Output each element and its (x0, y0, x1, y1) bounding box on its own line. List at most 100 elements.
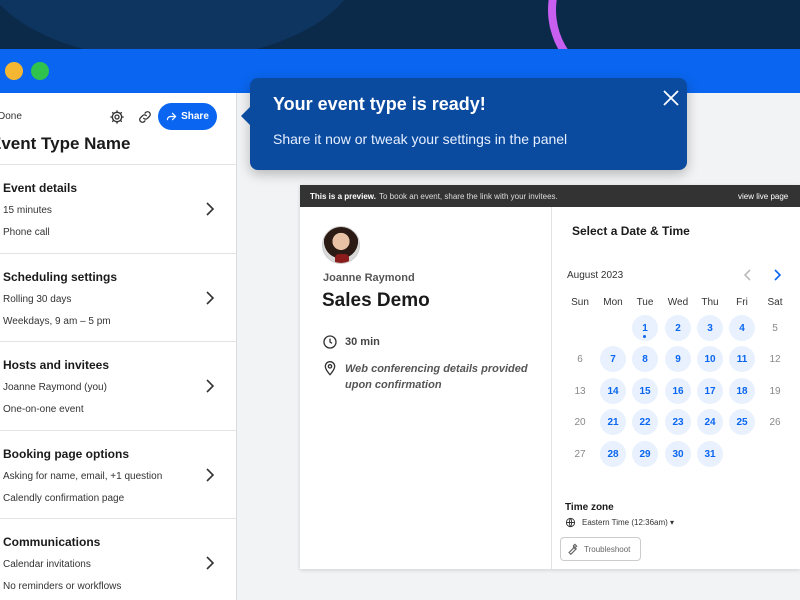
section-scheduling-settings[interactable]: Scheduling settings Rolling 30 days Week… (0, 254, 236, 342)
calendar-day-available[interactable]: 10 (697, 346, 723, 372)
troubleshoot-button[interactable]: Troubleshoot (560, 537, 641, 561)
section-detail: Rolling 30 days (3, 293, 72, 305)
section-booking-page-options[interactable]: Booking page options Asking for name, em… (0, 431, 236, 519)
share-button-label: Share (181, 111, 209, 122)
notification-title: Your event type is ready! (273, 94, 486, 114)
day-number: 4 (739, 322, 745, 334)
section-detail: Phone call (3, 227, 50, 238)
weekday-label: Wed (667, 297, 689, 308)
calendar-day-available[interactable]: 24 (697, 409, 723, 435)
calendar-day-available[interactable]: 28 (600, 441, 626, 467)
calendar-day-available[interactable]: 25 (729, 409, 755, 435)
day-number: 14 (607, 385, 619, 397)
calendar-day-available[interactable]: 14 (600, 378, 626, 404)
host-avatar (322, 226, 360, 264)
panel-header: Done Share Event Type Name (0, 93, 236, 165)
clock-icon (323, 335, 337, 349)
section-title: Hosts and invitees (3, 358, 110, 372)
maximize-button[interactable] (31, 62, 49, 80)
chevron-right-icon[interactable] (770, 268, 784, 282)
calendar-day-available[interactable]: 29 (632, 441, 658, 467)
calendar-month: August 2023 (567, 270, 624, 281)
section-detail: 15 minutes (3, 205, 52, 216)
day-number: 27 (574, 448, 586, 460)
calendar-day-available[interactable]: 9 (665, 346, 691, 372)
section-title: Scheduling settings (3, 269, 118, 284)
calendar-day-available[interactable]: 3 (697, 315, 723, 341)
calendar-day-available[interactable]: 4 (729, 315, 755, 341)
troubleshoot-label: Troubleshoot (584, 544, 631, 554)
calendar-day-available[interactable]: 30 (665, 441, 691, 467)
event-name: Sales Demo (322, 290, 430, 311)
calendar-day-available[interactable]: 23 (665, 409, 691, 435)
day-number: 6 (577, 353, 583, 365)
day-number: 22 (639, 416, 651, 428)
day-number: 13 (574, 385, 586, 397)
day-number: 7 (610, 353, 616, 365)
view-live-page-link[interactable]: view live page (738, 192, 788, 201)
calendar-day-available[interactable]: 31 (697, 441, 723, 467)
section-detail: One-on-one event (3, 404, 84, 415)
close-notification-button[interactable] (662, 89, 680, 107)
calendar-day-available[interactable]: 8 (632, 346, 658, 372)
section-event-details[interactable]: Event details 15 minutes Phone call (0, 165, 236, 254)
day-number: 11 (736, 353, 748, 365)
day-number: 1 (642, 322, 648, 334)
calendar-day-unavailable: 6 (567, 346, 593, 372)
event-location: Web conferencing details provided upon c… (345, 363, 528, 391)
gear-icon[interactable] (109, 109, 125, 125)
host-name: Joanne Raymond (323, 272, 415, 284)
day-number: 18 (736, 385, 748, 397)
link-icon[interactable] (137, 109, 153, 125)
preview-banner-text: To book an event, share the link with yo… (379, 192, 558, 201)
weekday-label: Fri (736, 297, 748, 308)
day-number: 3 (707, 322, 713, 334)
day-number: 12 (769, 353, 781, 365)
location-pin-icon (324, 361, 336, 376)
calendar-day-available[interactable]: 16 (665, 378, 691, 404)
day-number: 5 (772, 322, 778, 334)
close-icon (663, 90, 679, 106)
event-settings-panel: Done Share Event Type Name Event details… (0, 93, 237, 600)
calendar-day-available[interactable]: 22 (632, 409, 658, 435)
day-number: 15 (639, 385, 651, 397)
section-title: Communications (3, 535, 101, 549)
calendar-day-available[interactable]: 15 (632, 378, 658, 404)
calendar-day-available[interactable]: 18 (729, 378, 755, 404)
preview-banner-label: This is a preview. (310, 192, 376, 201)
day-number: 16 (672, 385, 684, 397)
done-link[interactable]: Done (0, 111, 22, 122)
calendar-day-unavailable: 20 (567, 409, 593, 435)
today-indicator (643, 335, 646, 338)
timezone-label: Time zone (565, 502, 614, 513)
calendar-day-unavailable: 13 (567, 378, 593, 404)
chevron-left-icon[interactable] (741, 268, 755, 282)
notification-text: Share it now or tweak your settings in t… (273, 131, 568, 147)
day-number: 19 (769, 385, 781, 397)
calendar-day-unavailable: 26 (762, 409, 788, 435)
section-hosts-invitees[interactable]: Hosts and invitees Joanne Raymond (you) … (0, 342, 236, 431)
day-number: 8 (642, 353, 648, 365)
calendar-day-available[interactable]: 17 (697, 378, 723, 404)
section-detail: Joanne Raymond (you) (3, 382, 107, 393)
weekday-label: Thu (701, 297, 719, 308)
share-button[interactable]: Share (158, 103, 217, 130)
calendar-day-available[interactable]: 7 (600, 346, 626, 372)
weekday-label: Sun (571, 297, 589, 308)
calendar-day-available[interactable]: 11 (729, 346, 755, 372)
weekday-label: Tue (636, 297, 654, 308)
globe-icon (565, 517, 576, 528)
weekday-label: Sat (767, 297, 783, 308)
calendar-day-available[interactable]: 21 (600, 409, 626, 435)
timezone-select[interactable]: Eastern Time (12:36am) ▾ (582, 518, 674, 527)
day-number: 28 (607, 448, 619, 460)
chevron-right-icon (206, 202, 215, 216)
chevron-right-icon (206, 379, 215, 393)
section-detail: Asking for name, email, +1 question (3, 470, 163, 482)
calendar-day-available[interactable]: 2 (665, 315, 691, 341)
preview-divider (551, 207, 552, 569)
section-detail: Calendly confirmation page (3, 492, 125, 504)
section-communications[interactable]: Communications Calendar invitations No r… (0, 519, 236, 600)
calendar-day-available[interactable]: 1 (632, 315, 658, 341)
minimize-button[interactable] (5, 62, 23, 80)
